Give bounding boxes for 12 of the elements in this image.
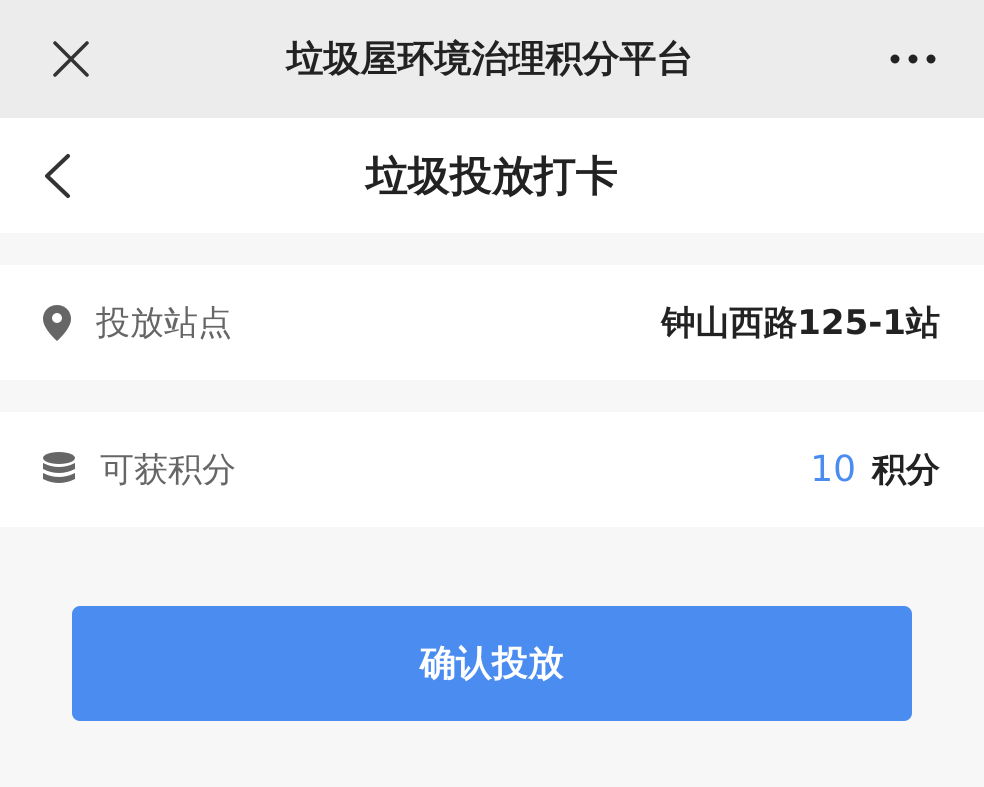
- back-icon[interactable]: [42, 152, 72, 198]
- station-name: 钟山西路125-1站: [661, 302, 940, 344]
- page-title: 垃圾投放打卡: [364, 150, 619, 202]
- close-icon[interactable]: [52, 40, 90, 78]
- points-value: 10: [810, 449, 856, 490]
- confirm-button[interactable]: 确认投放: [72, 606, 912, 721]
- location-pin-icon: [42, 304, 72, 342]
- field-label: 可获积分: [100, 448, 237, 492]
- points-unit: 积分: [872, 448, 940, 492]
- field-label: 投放站点: [96, 302, 233, 344]
- window-title: 垃圾屋环境治理积分平台: [284, 36, 694, 82]
- more-icon[interactable]: [890, 54, 936, 64]
